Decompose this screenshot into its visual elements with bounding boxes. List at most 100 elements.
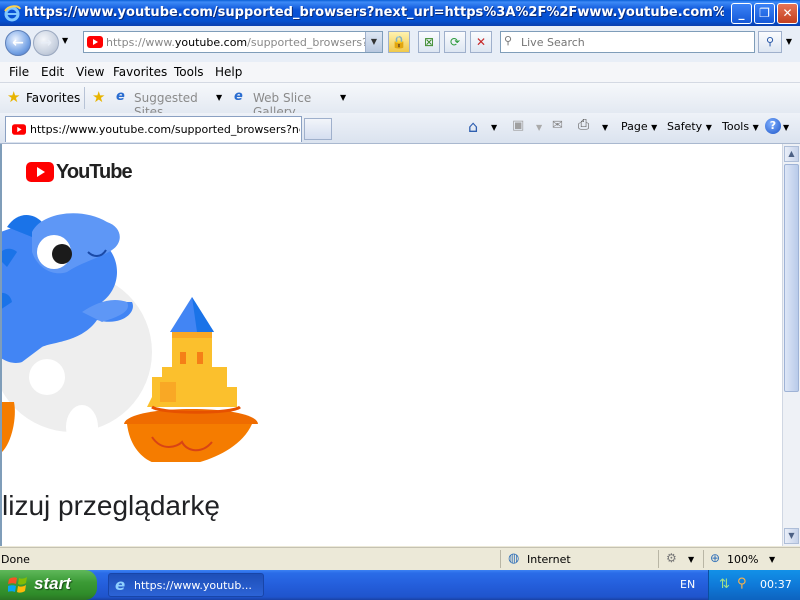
feeds-icon[interactable]: ▣ xyxy=(512,118,524,133)
search-tray-icon[interactable]: ⚲ xyxy=(737,576,747,591)
system-tray: ⇅ ⚲ 00:37 xyxy=(708,570,800,600)
chevron-down-icon: ▼ xyxy=(752,123,759,132)
menu-view[interactable]: View xyxy=(76,65,104,79)
ie-page-icon: e xyxy=(234,89,243,104)
safety-menu-button[interactable]: Safety ▼ xyxy=(667,120,712,133)
favorites-bar: ★ Favorites ★ e Suggested Sites ▼ e Web … xyxy=(0,83,800,119)
zoom-dropdown-icon[interactable]: ▼ xyxy=(769,555,775,564)
favorites-label: Favorites xyxy=(26,91,81,105)
forward-button[interactable]: → xyxy=(33,30,59,56)
youtube-favicon-icon xyxy=(12,124,26,135)
tab-label: https://www.youtube.com/supported_browse… xyxy=(30,123,300,136)
refresh-button[interactable]: ⟳ xyxy=(444,31,466,53)
favorites-button[interactable]: ★ Favorites xyxy=(5,88,81,108)
url-prefix: https://www. xyxy=(106,36,175,49)
menu-tools[interactable]: Tools xyxy=(174,65,204,79)
protected-mode-icon[interactable]: ⚙ xyxy=(666,551,677,565)
menu-bar: File Edit View Favorites Tools Help xyxy=(0,62,800,83)
menu-file[interactable]: File xyxy=(9,65,29,79)
home-dropdown-icon[interactable]: ▼ xyxy=(491,123,497,132)
dinosaur-castle-illustration xyxy=(2,213,258,462)
window-title: https://www.youtube.com/supported_browse… xyxy=(24,5,724,20)
lock-icon[interactable]: 🔒 xyxy=(388,31,410,53)
taskbar-item-internet-explorer[interactable]: e https://www.youtub... xyxy=(108,573,264,597)
url-domain: youtube.com xyxy=(174,36,248,49)
divider xyxy=(703,550,704,568)
internet-explorer-icon xyxy=(4,5,21,22)
divider xyxy=(500,550,501,568)
youtube-logo-text: YouTube xyxy=(56,161,133,183)
maximize-button[interactable]: ❐ xyxy=(754,3,775,24)
minimize-button[interactable]: _ xyxy=(731,3,752,24)
suggested-sites-button[interactable]: e Suggested Sites ▼ xyxy=(116,88,226,119)
chevron-down-icon: ▼ xyxy=(216,93,223,102)
internet-explorer-icon: e xyxy=(115,576,126,594)
zoom-level[interactable]: 100% xyxy=(727,553,758,566)
security-zone: Internet xyxy=(527,553,571,566)
close-button[interactable]: ✕ xyxy=(777,3,798,24)
safety-menu-label: Safety xyxy=(667,120,703,133)
menu-favorites[interactable]: Favorites xyxy=(113,65,167,79)
language-indicator[interactable]: EN xyxy=(680,578,695,591)
back-button[interactable]: ← xyxy=(5,30,31,56)
add-to-favorites-icon[interactable]: ★ xyxy=(92,88,105,106)
search-options-dropdown-icon[interactable]: ▼ xyxy=(782,31,796,53)
search-box[interactable]: ⚲ xyxy=(500,31,755,53)
ie-page-icon: e xyxy=(116,89,125,104)
tab-bar: https://www.youtube.com/supported_browse… xyxy=(0,113,800,144)
tab-youtube[interactable]: https://www.youtube.com/supported_browse… xyxy=(5,116,302,142)
tools-menu-label: Tools xyxy=(722,120,750,133)
chevron-down-icon: ▼ xyxy=(705,123,712,132)
help-icon[interactable]: ? xyxy=(765,118,781,134)
clock[interactable]: 00:37 xyxy=(760,578,792,591)
status-text: Done xyxy=(1,553,30,566)
home-icon[interactable]: ⌂ xyxy=(468,117,478,136)
stop-button[interactable]: ✕ xyxy=(470,31,492,53)
page-menu-label: Page xyxy=(621,120,648,133)
window-title-bar[interactable]: https://www.youtube.com/supported_browse… xyxy=(0,0,800,26)
address-field[interactable]: https://www.youtube.com/supported_browse… xyxy=(83,31,383,53)
network-icon[interactable]: ⇅ xyxy=(719,577,730,592)
windows-logo-icon xyxy=(8,577,27,593)
scrollbar-thumb[interactable] xyxy=(784,164,799,392)
status-bar: Done ◍ Internet ⚙ ▼ ⊕ 100% ▼ xyxy=(0,547,800,571)
print-dropdown-icon[interactable]: ▼ xyxy=(602,123,608,132)
compatibility-view-icon[interactable]: ⊠ xyxy=(418,31,440,53)
youtube-logo-icon[interactable] xyxy=(26,162,54,182)
tools-menu-button[interactable]: Tools ▼ xyxy=(722,120,759,133)
address-url: https://www.youtube.com/supported_browse… xyxy=(106,36,368,49)
vertical-scrollbar[interactable]: ▲ ▼ xyxy=(782,144,800,546)
scroll-down-button[interactable]: ▼ xyxy=(784,528,799,544)
star-icon: ★ xyxy=(7,88,21,106)
zoom-icon: ⊕ xyxy=(710,551,721,565)
page-menu-button[interactable]: Page ▼ xyxy=(621,120,657,133)
feeds-dropdown-icon[interactable]: ▼ xyxy=(536,123,542,132)
page-heading: lizuj przeglądarkę xyxy=(2,490,220,521)
youtube-favicon-icon xyxy=(87,36,103,48)
help-dropdown-icon[interactable]: ▼ xyxy=(783,123,789,132)
search-input[interactable] xyxy=(521,34,749,50)
scroll-up-button[interactable]: ▲ xyxy=(784,146,799,162)
search-icon: ⚲ xyxy=(504,34,513,47)
recent-pages-dropdown-icon[interactable]: ▼ xyxy=(62,36,68,45)
menu-edit[interactable]: Edit xyxy=(41,65,64,79)
divider xyxy=(84,87,85,109)
url-path: /supported_browsers?next xyxy=(247,36,368,49)
chevron-down-icon: ▼ xyxy=(651,123,658,132)
chevron-down-icon[interactable]: ▼ xyxy=(688,555,694,564)
taskbar: start e https://www.youtub... EN ⇅ ⚲ 00:… xyxy=(0,570,800,600)
start-button[interactable]: start xyxy=(0,570,97,600)
print-icon[interactable]: ⎙ xyxy=(578,117,589,133)
start-label: start xyxy=(34,574,71,593)
taskbar-item-label: https://www.youtub... xyxy=(134,579,252,592)
address-dropdown-icon[interactable]: ▼ xyxy=(365,32,382,52)
menu-help[interactable]: Help xyxy=(215,65,242,79)
search-button[interactable]: ⚲ xyxy=(758,31,782,53)
navigation-bar: ← → ▼ https://www.youtube.com/supported_… xyxy=(0,26,800,63)
chevron-down-icon: ▼ xyxy=(340,93,347,102)
page-content: YouTube lizuj przeglądarkę xyxy=(0,144,782,546)
new-tab-button[interactable] xyxy=(304,118,332,140)
web-slice-gallery-button[interactable]: e Web Slice Gallery ▼ xyxy=(234,88,349,119)
divider xyxy=(658,550,659,568)
read-mail-icon[interactable]: ✉ xyxy=(552,118,563,133)
